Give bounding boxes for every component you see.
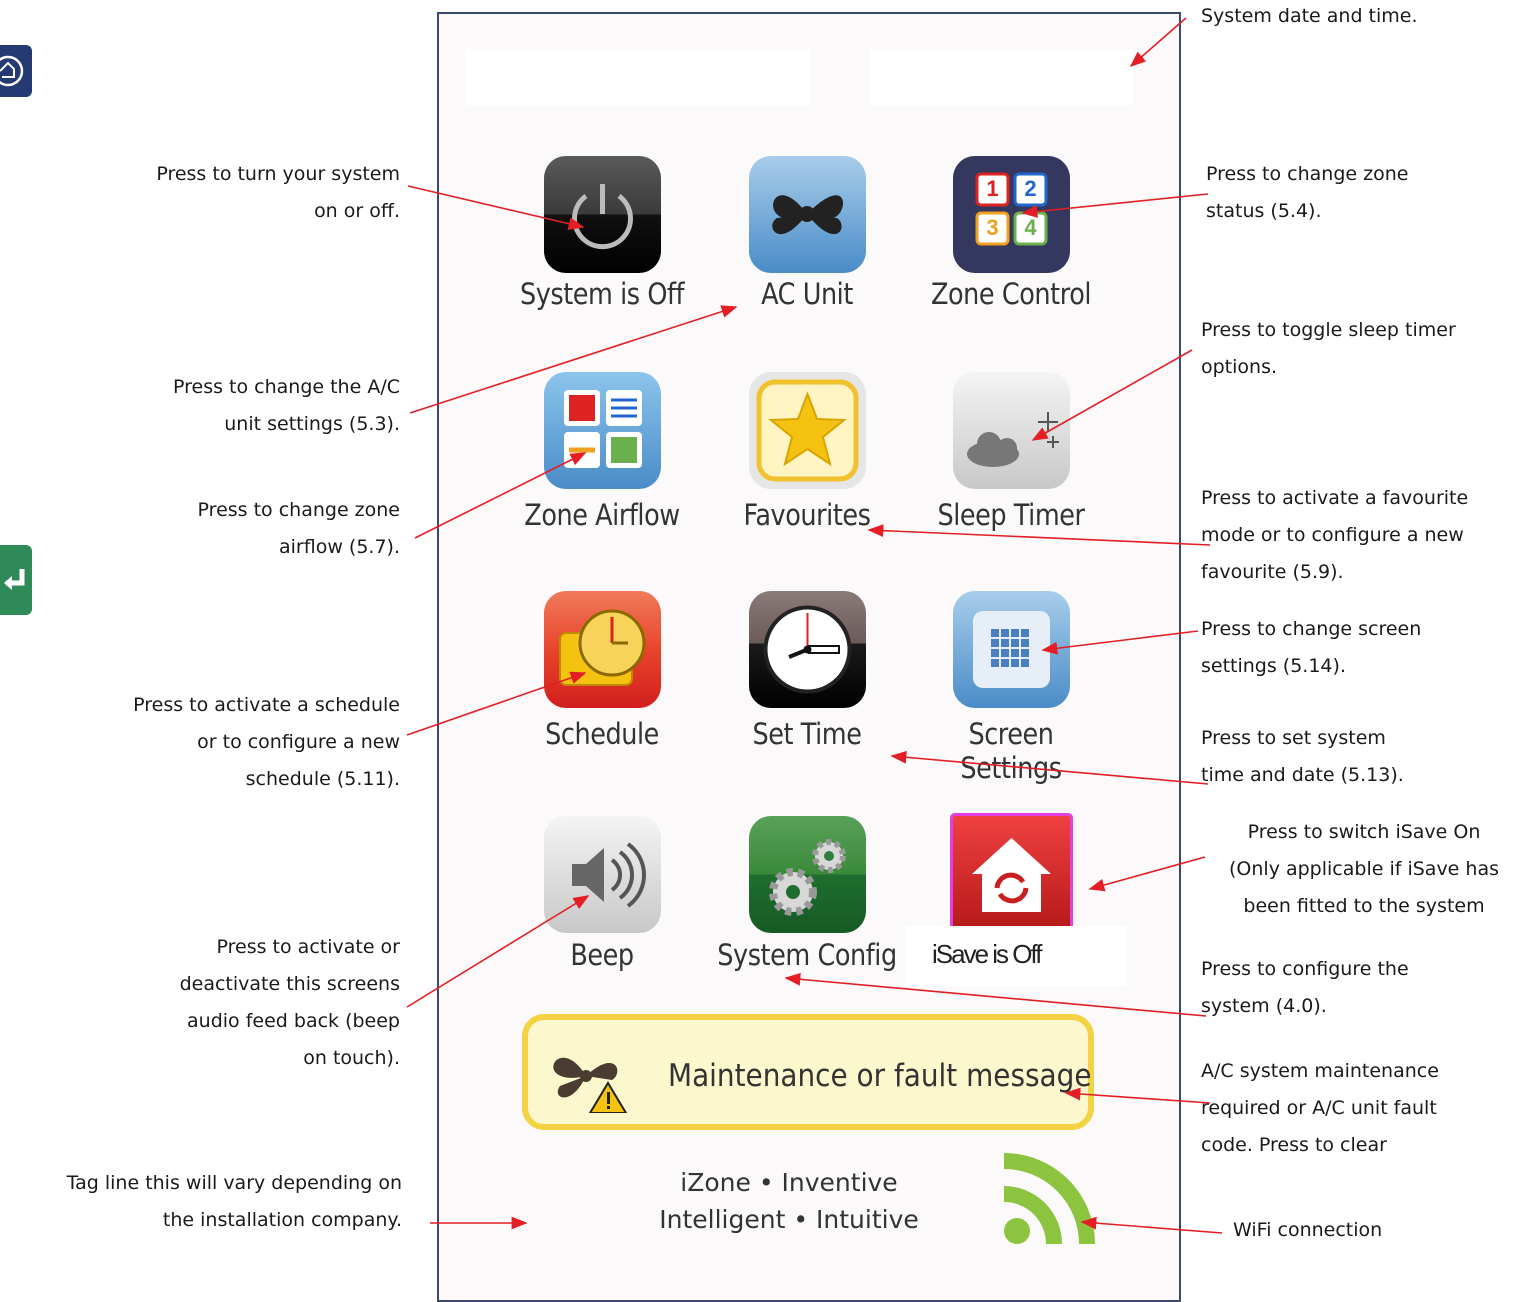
annotation-arrows bbox=[406, 17, 1223, 1234]
